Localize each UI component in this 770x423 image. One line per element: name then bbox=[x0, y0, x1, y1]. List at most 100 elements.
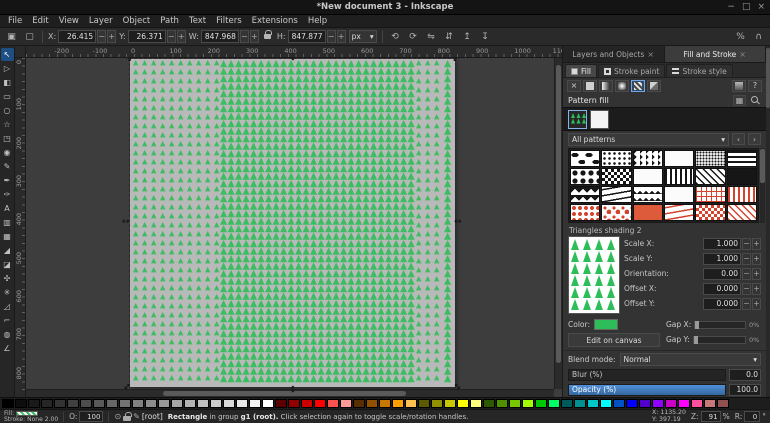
palette-swatch[interactable] bbox=[249, 399, 261, 408]
palette-swatch[interactable] bbox=[184, 399, 196, 408]
units-dropdown[interactable]: px▾ bbox=[349, 30, 377, 43]
palette-swatch[interactable] bbox=[275, 399, 287, 408]
paint-linear-gradient-button[interactable] bbox=[599, 80, 613, 92]
palette-swatch[interactable] bbox=[470, 399, 482, 408]
decrement-button[interactable]: − bbox=[742, 298, 751, 310]
palette-swatch[interactable] bbox=[171, 399, 183, 408]
palette-swatch[interactable] bbox=[626, 399, 638, 408]
palette-swatch[interactable] bbox=[717, 399, 729, 408]
slider-knob[interactable] bbox=[695, 321, 699, 329]
tool-calligraphy[interactable]: ✑ bbox=[1, 188, 14, 201]
pattern-tile-stripes-h[interactable] bbox=[727, 150, 757, 167]
tool-box-3d[interactable]: ◳ bbox=[1, 132, 14, 145]
tool-spray[interactable]: ✳ bbox=[1, 286, 14, 299]
scrollbar-thumb[interactable] bbox=[760, 149, 765, 183]
palette-swatch[interactable] bbox=[158, 399, 170, 408]
vertical-scrollbar[interactable] bbox=[554, 58, 562, 389]
stroke-value[interactable]: None bbox=[27, 417, 43, 422]
palette-swatch[interactable] bbox=[288, 399, 300, 408]
panel-tab-fill-and-stroke[interactable]: Fill and Stroke× bbox=[665, 46, 767, 62]
decrement-button[interactable]: − bbox=[97, 30, 106, 43]
gap-x-slider[interactable] bbox=[694, 321, 746, 329]
zoom-input[interactable]: 91 bbox=[701, 411, 721, 422]
palette-swatch[interactable] bbox=[80, 399, 92, 408]
palette-swatch[interactable] bbox=[236, 399, 248, 408]
tool-connector[interactable]: ⌐ bbox=[1, 314, 14, 327]
pattern-tile-red-checker[interactable] bbox=[695, 204, 725, 221]
tab-stroke-paint[interactable]: Stroke paint bbox=[598, 64, 665, 77]
tool-pen[interactable]: ✒ bbox=[1, 174, 14, 187]
edit-layer-icon[interactable]: ✎ bbox=[133, 412, 140, 421]
control-orientation-input[interactable]: 0.00 bbox=[703, 268, 741, 280]
palette-swatch[interactable] bbox=[639, 399, 651, 408]
palette-swatch[interactable] bbox=[2, 399, 14, 408]
pattern-source-dropdown[interactable]: All patterns ▾ bbox=[568, 133, 729, 146]
flip-horizontal-button[interactable]: ⇋ bbox=[424, 30, 439, 44]
paint-mesh-gradient-button[interactable] bbox=[732, 80, 746, 92]
increment-button[interactable]: + bbox=[177, 30, 186, 43]
pattern-tile-chevron[interactable] bbox=[633, 186, 663, 203]
pattern-tile-hatch[interactable] bbox=[695, 168, 725, 185]
paint-no-paint-button[interactable]: × bbox=[567, 80, 581, 92]
paint-unknown-paint-button[interactable]: ? bbox=[748, 80, 762, 92]
control-scale-x-input[interactable]: 1.000 bbox=[703, 238, 741, 250]
deselect-button[interactable]: ▢ bbox=[22, 30, 37, 44]
tool-paint-bucket[interactable]: ◪ bbox=[1, 258, 14, 271]
pattern-tile-red-solid[interactable] bbox=[633, 204, 663, 221]
title-bar[interactable]: *New document 3 - Inkscape −□× bbox=[0, 0, 770, 15]
increment-button[interactable]: + bbox=[752, 238, 761, 250]
palette-swatch[interactable] bbox=[652, 399, 664, 408]
palette-swatch[interactable] bbox=[132, 399, 144, 408]
panel-tab-layers-and-objects[interactable]: Layers and Objects× bbox=[563, 46, 665, 62]
increment-button[interactable]: + bbox=[752, 253, 761, 265]
current-layer-selector[interactable]: [root] bbox=[142, 412, 163, 421]
layer-visibility-icon[interactable]: ⊙ bbox=[114, 412, 121, 421]
palette-swatch[interactable] bbox=[496, 399, 508, 408]
palette-swatch[interactable] bbox=[41, 399, 53, 408]
palette-swatch[interactable] bbox=[600, 399, 612, 408]
palette-swatch[interactable] bbox=[262, 399, 274, 408]
menu-help[interactable]: Help bbox=[303, 16, 332, 26]
scale-handle[interactable]: ↔ bbox=[454, 218, 462, 226]
tab-fill[interactable]: Fill bbox=[565, 64, 597, 77]
palette-swatch[interactable] bbox=[54, 399, 66, 408]
scrollbar-thumb[interactable] bbox=[766, 48, 770, 108]
decrement-button[interactable]: − bbox=[240, 30, 249, 43]
palette-swatch[interactable] bbox=[210, 399, 222, 408]
search-icon[interactable] bbox=[749, 95, 761, 106]
palette-swatch[interactable] bbox=[483, 399, 495, 408]
grid-view-icon[interactable]: ▦ bbox=[733, 95, 746, 106]
pattern-tile-red-lattice[interactable] bbox=[695, 186, 725, 203]
tool-measure[interactable]: ∠ bbox=[1, 342, 14, 355]
paint-swatch-button[interactable] bbox=[647, 80, 661, 92]
scale-handle[interactable]: ↔ bbox=[288, 385, 296, 393]
tool-pencil[interactable]: ✎ bbox=[1, 160, 14, 173]
snapping-magnet-button[interactable]: ∩ bbox=[751, 30, 766, 44]
next-page-button[interactable]: › bbox=[748, 133, 761, 145]
blank-pattern-thumbnail[interactable] bbox=[590, 110, 609, 129]
menu-edit[interactable]: Edit bbox=[27, 16, 53, 26]
stroke-width[interactable]: 2.00 bbox=[45, 417, 58, 422]
palette-swatch[interactable] bbox=[678, 399, 690, 408]
field-y-input[interactable]: 26.371 bbox=[128, 30, 166, 43]
lock-ratio-icon[interactable] bbox=[262, 30, 274, 43]
edit-on-canvas-button[interactable]: Edit on canvas bbox=[568, 333, 660, 347]
pattern-tile-red-stripes[interactable] bbox=[727, 186, 757, 203]
decrement-button[interactable]: − bbox=[742, 238, 751, 250]
raise-to-top-button[interactable]: ↥ bbox=[460, 30, 475, 44]
pattern-tile-speckle[interactable] bbox=[695, 150, 725, 167]
palette-swatch[interactable] bbox=[366, 399, 378, 408]
tool-text[interactable]: A bbox=[1, 202, 14, 215]
palette-swatch[interactable] bbox=[340, 399, 352, 408]
opacity-slider[interactable]: Opacity (%) bbox=[568, 384, 726, 396]
palette-swatch[interactable] bbox=[444, 399, 456, 408]
blur-value[interactable]: 0.0 bbox=[729, 369, 761, 381]
menu-view[interactable]: View bbox=[54, 16, 84, 26]
palette-swatch[interactable] bbox=[574, 399, 586, 408]
palette-swatch[interactable] bbox=[535, 399, 547, 408]
close-icon[interactable]: × bbox=[739, 50, 746, 59]
palette-swatch[interactable] bbox=[548, 399, 560, 408]
current-pattern-thumbnail[interactable] bbox=[568, 110, 587, 129]
palette-swatch[interactable] bbox=[353, 399, 365, 408]
palette-swatch[interactable] bbox=[93, 399, 105, 408]
